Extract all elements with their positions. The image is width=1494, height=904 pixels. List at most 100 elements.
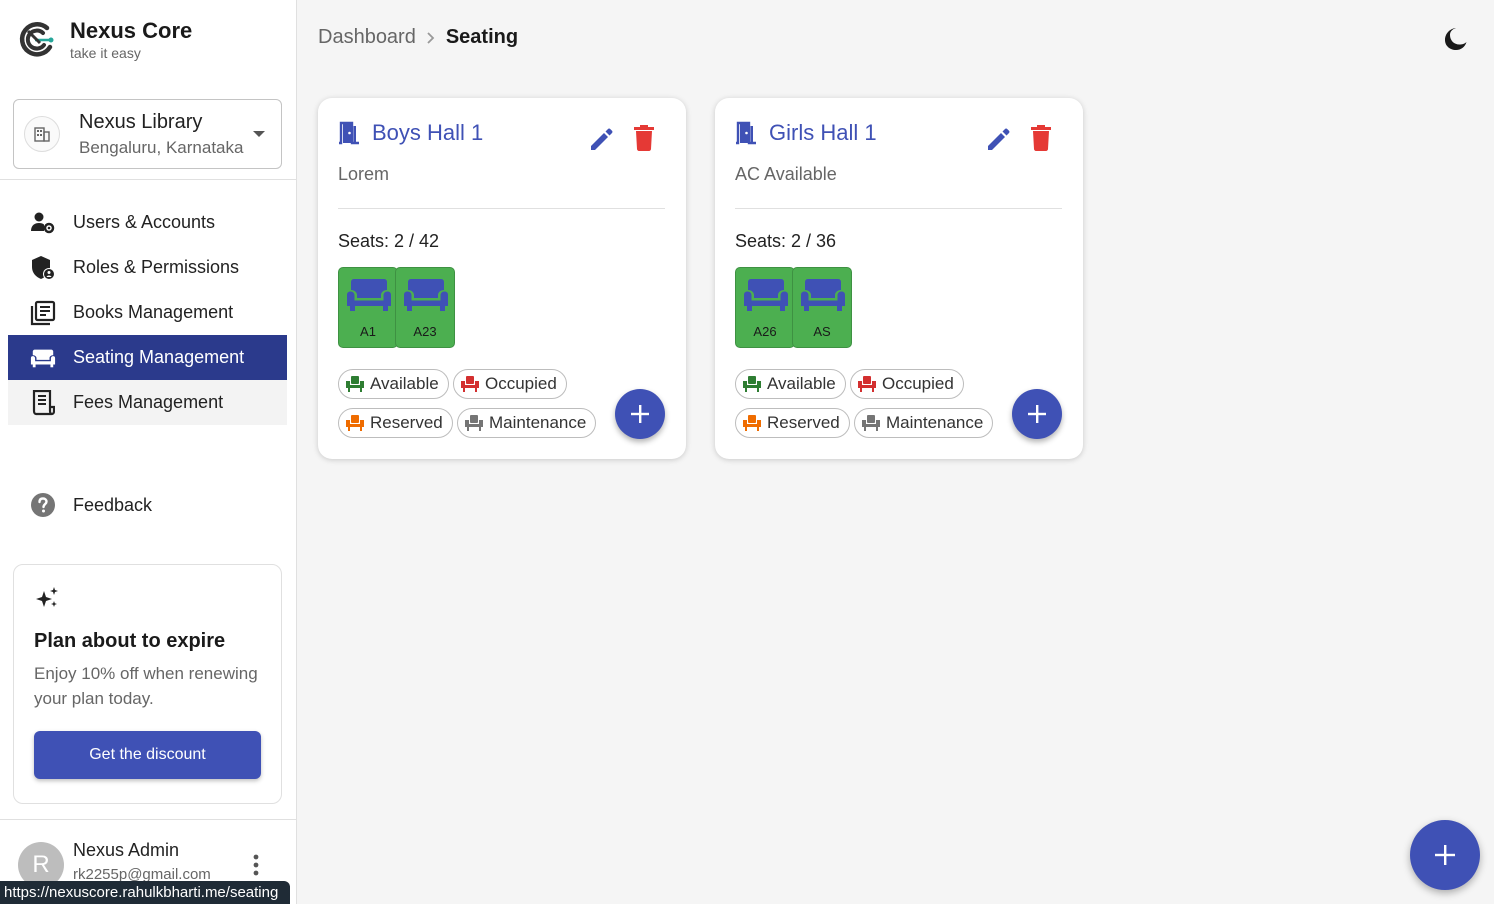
seat-tile[interactable]: AS <box>792 267 852 348</box>
hall-card: Boys Hall 1 Lorem Seats: 2 / 42 A1 A23 A… <box>318 98 686 459</box>
legend-chip-maintenance[interactable]: Maintenance <box>854 408 994 438</box>
seat-tile[interactable]: A23 <box>395 267 455 348</box>
help-circle-icon <box>31 493 55 517</box>
sidebar-item-label: Roles & Permissions <box>73 257 240 277</box>
chair-available-icon <box>743 376 761 392</box>
seat-tile[interactable]: A26 <box>735 267 795 348</box>
legend-label: Maintenance <box>886 413 984 432</box>
legend-label: Available <box>370 374 439 393</box>
seat-tile[interactable]: A1 <box>338 267 398 348</box>
legend-chip-reserved[interactable]: Reserved <box>735 408 850 438</box>
get-discount-button[interactable]: Get the discount <box>34 731 261 779</box>
chair-occupied-icon <box>858 376 876 392</box>
door-icon <box>339 121 359 145</box>
hall-title: Girls Hall 1 <box>769 120 877 145</box>
seat-count: Seats: 2 / 36 <box>735 231 837 251</box>
legend-chip-reserved[interactable]: Reserved <box>338 408 453 438</box>
chair-reserved-icon <box>743 415 761 431</box>
org-location: Bengaluru, Karnataka <box>79 137 244 157</box>
chevron-right-icon <box>427 31 435 44</box>
sidebar-nav: Users & Accounts Roles & Permissions Boo… <box>8 200 287 425</box>
sidebar-item-seating-management[interactable]: Seating Management <box>8 335 287 380</box>
chair-maintenance-icon <box>862 415 880 431</box>
brand[interactable]: Nexus Core take it easy <box>16 18 192 62</box>
breadcrumb-dashboard-link[interactable]: Dashboard <box>318 26 416 49</box>
add-hall-button[interactable] <box>1410 820 1480 890</box>
armchair-icon <box>404 279 448 311</box>
chair-occupied-icon <box>461 376 479 392</box>
chair-maintenance-icon <box>465 415 483 431</box>
legend-label: Maintenance <box>489 413 587 432</box>
brand-name: Nexus Core <box>70 18 193 43</box>
organization-selector[interactable]: Nexus Library Bengaluru, Karnataka <box>13 99 282 169</box>
divider <box>735 208 1062 209</box>
armchair-icon <box>801 279 845 311</box>
user-gear-icon <box>30 210 56 236</box>
armchair-icon <box>347 279 391 311</box>
sidebar-item-label: Users & Accounts <box>73 212 216 232</box>
brand-tagline: take it easy <box>70 45 141 61</box>
chevron-down-icon <box>253 131 265 137</box>
plus-icon <box>1028 405 1046 423</box>
moon-icon[interactable] <box>1441 25 1469 53</box>
sidebar-item-users-accounts[interactable]: Users & Accounts <box>8 200 287 245</box>
door-icon <box>736 121 756 145</box>
sidebar-item-fees-management[interactable]: Fees Management <box>8 380 287 425</box>
sidebar-item-label: Books Management <box>73 302 234 322</box>
status-bar-url: https://nexuscore.rahulkbharti.me/seatin… <box>0 881 290 904</box>
breadcrumb-current: Seating <box>445 26 519 48</box>
building-icon <box>24 116 60 152</box>
promo-description: Enjoy 10% off when renewing your plan to… <box>34 664 258 708</box>
legend-label: Reserved <box>370 413 443 432</box>
feedback-label: Feedback <box>73 494 153 515</box>
user-name: Nexus Admin <box>73 840 180 860</box>
sidebar-item-label: Seating Management <box>73 347 245 367</box>
plus-icon <box>631 405 649 423</box>
receipt-icon <box>30 389 56 416</box>
hall-title: Boys Hall 1 <box>372 120 484 145</box>
sofa-icon <box>30 345 56 371</box>
add-seat-button[interactable] <box>1012 389 1062 439</box>
breadcrumb: Dashboard Seating <box>318 26 518 49</box>
sidebar-item-roles-permissions[interactable]: Roles & Permissions <box>8 245 287 290</box>
edit-icon[interactable] <box>985 125 1013 153</box>
org-name: Nexus Library <box>79 110 203 133</box>
legend-chip-maintenance[interactable]: Maintenance <box>457 408 597 438</box>
delete-icon[interactable] <box>1029 124 1053 152</box>
delete-icon[interactable] <box>632 124 656 152</box>
legend-label: Occupied <box>485 374 557 393</box>
chair-reserved-icon <box>346 415 364 431</box>
divider <box>0 819 297 820</box>
legend-label: Reserved <box>767 413 840 432</box>
legend-label: Available <box>767 374 836 393</box>
seat-label: AS <box>813 324 831 339</box>
nexus-logo-icon <box>19 22 54 57</box>
seat-count: Seats: 2 / 42 <box>338 231 440 251</box>
seat-grid: A1 A23 <box>338 267 455 348</box>
edit-icon[interactable] <box>588 125 616 153</box>
sparkle-icon <box>36 587 58 607</box>
sidebar-item-feedback[interactable]: Feedback <box>30 492 152 518</box>
books-icon <box>30 300 56 326</box>
hall-card: Girls Hall 1 AC Available Seats: 2 / 36 … <box>715 98 1083 459</box>
legend-chip-occupied[interactable]: Occupied <box>453 369 567 399</box>
shield-user-icon <box>30 255 56 281</box>
divider <box>0 179 297 180</box>
legend-chip-available[interactable]: Available <box>735 369 846 399</box>
plus-icon <box>1435 845 1455 865</box>
plan-expiry-card: Plan about to expire Enjoy 10% off when … <box>13 564 282 804</box>
divider <box>338 208 665 209</box>
hall-description: Lorem <box>338 164 390 184</box>
legend-chip-available[interactable]: Available <box>338 369 449 399</box>
armchair-icon <box>744 279 788 311</box>
seat-label: A1 <box>360 324 376 339</box>
seat-label: A26 <box>753 324 777 339</box>
seat-grid: A26 AS <box>735 267 852 348</box>
add-seat-button[interactable] <box>615 389 665 439</box>
sidebar-item-books-management[interactable]: Books Management <box>8 290 287 335</box>
seat-label: A23 <box>413 324 437 339</box>
sidebar-item-label: Fees Management <box>73 392 224 412</box>
legend-label: Occupied <box>882 374 954 393</box>
more-vertical-icon[interactable] <box>248 852 264 878</box>
legend-chip-occupied[interactable]: Occupied <box>850 369 964 399</box>
